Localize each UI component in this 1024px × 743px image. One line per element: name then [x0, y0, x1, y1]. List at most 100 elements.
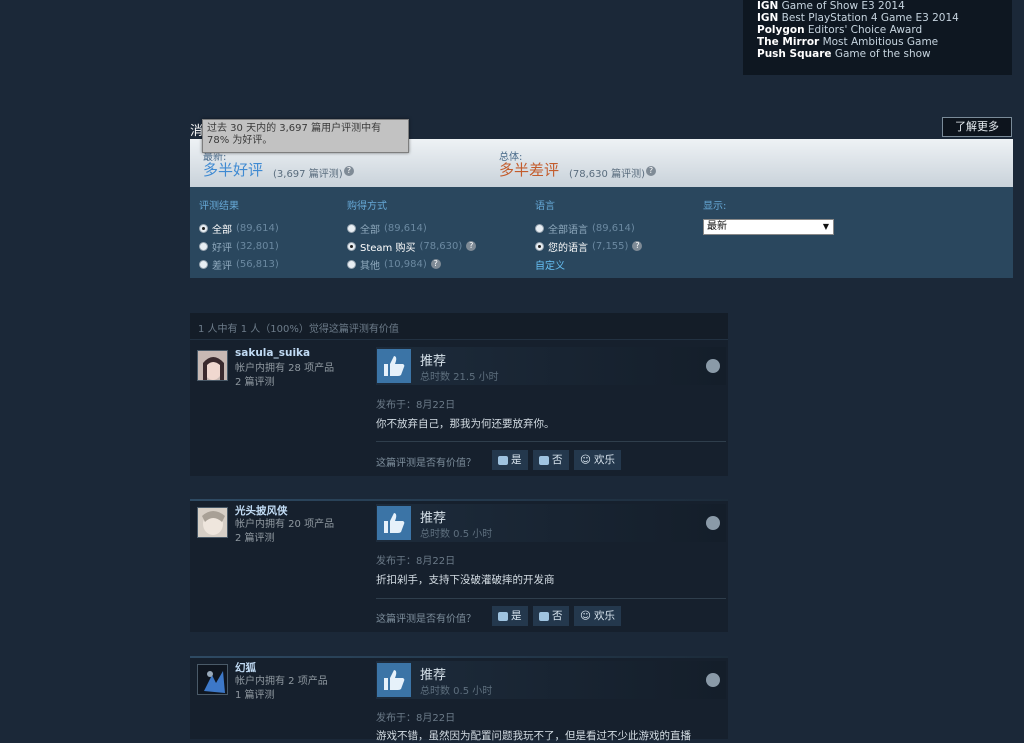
filter-option-positive[interactable]: 好评 (32,801) — [199, 237, 279, 255]
smiley-icon: ☺ — [580, 454, 591, 466]
helpful-summary: 1 人中有 1 人（100%）觉得这篇评测有价值 — [190, 313, 728, 340]
review-text: 游戏不错，虽然因为配置问题我玩不了，但是看过不少此游戏的直播 — [376, 730, 691, 742]
help-icon[interactable]: ? — [430, 259, 441, 269]
filter-option-all[interactable]: 全部 (89,614) — [199, 219, 279, 237]
verdict-title: 推荐 — [420, 668, 447, 683]
divider — [376, 598, 726, 599]
filter-purchase-type: 购得方式 全部 (89,614) Steam 购买 (78,630)? 其他 (10,… — [347, 197, 477, 273]
thumbs-down-icon — [539, 455, 549, 465]
overall-count: (78,630 篇评测) — [569, 169, 645, 180]
filter-header: 语言 — [535, 201, 555, 212]
verdict-title: 推荐 — [420, 354, 447, 369]
learn-more-button[interactable]: 了解更多 — [942, 117, 1012, 137]
divider — [376, 441, 726, 442]
award-row: IGN Best PlayStation 4 Game E3 2014 — [757, 12, 959, 24]
playtime: 总时数 0.5 小时 — [420, 686, 493, 697]
radio-icon — [535, 241, 544, 251]
filter-header: 显示: — [703, 201, 727, 212]
avatar-image — [198, 508, 227, 537]
filter-language: 语言 全部语言 (89,614) 您的语言 (7,155)? 自定义 — [535, 197, 643, 272]
divider — [190, 656, 728, 658]
thumbs-down-icon — [539, 611, 549, 621]
help-icon[interactable]: ? — [466, 241, 477, 251]
avatar[interactable] — [197, 664, 228, 695]
vote-yes-button[interactable]: 是 — [492, 606, 528, 626]
avatar-image — [198, 665, 227, 694]
thumbs-up-icon — [377, 349, 411, 383]
radio-icon — [347, 259, 356, 269]
thumbs-up-icon — [377, 663, 411, 697]
thumbs-up-icon — [498, 455, 508, 465]
reviewer-name[interactable]: 幻狐 — [235, 660, 256, 675]
radio-icon — [535, 223, 544, 233]
radio-icon — [199, 259, 208, 269]
reviewer-name[interactable]: 光头披风侠 — [235, 503, 288, 518]
reviewer-review-count[interactable]: 2 篇评测 — [235, 376, 275, 390]
review-filters: 评测结果 全部 (89,614) 好评 (32,801) 差评 (56,813) 购得… — [190, 187, 1013, 278]
playtime: 总时数 0.5 小时 — [420, 529, 493, 540]
posted-date: 发布于：8月22日 — [376, 556, 456, 567]
radio-icon — [347, 223, 356, 233]
dropdown-arrow-icon: ▼ — [822, 222, 829, 231]
overall-rating[interactable]: 多半差评 — [499, 159, 559, 180]
filter-option-other[interactable]: 其他 (10,984)? — [347, 255, 476, 273]
recent-count: (3,697 篇评测) — [273, 169, 343, 180]
award-row: The Mirror Most Ambitious Game — [757, 36, 939, 48]
review-text: 你不放弃自己，那我为何还要放弃你。 — [376, 418, 555, 430]
divider — [190, 499, 728, 501]
review-verdict[interactable]: 推荐 总时数 21.5 小时 — [376, 347, 726, 385]
filter-option-steam[interactable]: Steam 购买 (78,630)? — [347, 237, 477, 255]
avatar[interactable] — [197, 350, 228, 381]
review-text: 折扣剁手，支持下没破灌破摔的开发商 — [376, 574, 555, 586]
review-card: 光头披风侠 帐户内拥有 20 项产品 2 篇评测 推荐 总时数 0.5 小时 发… — [190, 499, 728, 632]
verdict-title: 推荐 — [420, 511, 447, 526]
reviewer-review-count[interactable]: 1 篇评测 — [235, 689, 275, 703]
thumbs-up-icon — [377, 506, 411, 540]
avatar[interactable] — [197, 507, 228, 538]
recent-rating[interactable]: 多半好评 — [203, 159, 263, 180]
vote-question: 这篇评测是否有价值？ — [376, 458, 476, 469]
filter-header: 评测结果 — [199, 201, 239, 212]
filter-review-type: 评测结果 全部 (89,614) 好评 (32,801) 差评 (56,813) — [199, 197, 279, 273]
steam-icon — [706, 516, 720, 530]
reviewer-name[interactable]: sakula_suika — [235, 347, 310, 359]
award-row: Polygon Editors' Choice Award — [757, 24, 923, 36]
filter-option-your-language[interactable]: 您的语言 (7,155)? — [535, 237, 643, 255]
review-verdict[interactable]: 推荐 总时数 0.5 小时 — [376, 661, 726, 699]
smiley-icon: ☺ — [580, 610, 591, 622]
review-verdict[interactable]: 推荐 总时数 0.5 小时 — [376, 504, 726, 542]
filter-option-negative[interactable]: 差评 (56,813) — [199, 255, 279, 273]
custom-language-link[interactable]: 自定义 — [535, 257, 642, 272]
filter-option-all-languages[interactable]: 全部语言 (89,614) — [535, 219, 642, 237]
vote-no-button[interactable]: 否 — [533, 606, 569, 626]
avatar-image — [198, 351, 227, 380]
awards-box: IGN Game of Show E3 2014 IGN Best PlaySt… — [743, 0, 1012, 75]
radio-icon — [199, 223, 208, 233]
filter-header: 购得方式 — [347, 201, 387, 212]
vote-yes-button[interactable]: 是 — [492, 450, 528, 470]
filter-display: 显示: 最新 ▼ — [703, 197, 834, 235]
vote-funny-button[interactable]: ☺ 欢乐 — [574, 606, 621, 626]
thumbs-up-icon — [498, 611, 508, 621]
posted-date: 发布于：8月22日 — [376, 400, 456, 411]
reviewer-products[interactable]: 帐户内拥有 2 项产品 — [235, 675, 328, 689]
display-sort-select[interactable]: 最新 ▼ — [703, 219, 834, 235]
review-card: 1 人中有 1 人（100%）觉得这篇评测有价值 sakula_suika 帐户… — [190, 313, 728, 476]
vote-no-button[interactable]: 否 — [533, 450, 569, 470]
help-icon[interactable]: ? — [646, 166, 656, 176]
vote-question: 这篇评测是否有价值？ — [376, 614, 476, 625]
reviewer-products[interactable]: 帐户内拥有 28 项产品 — [235, 362, 334, 376]
reviewer-products[interactable]: 帐户内拥有 20 项产品 — [235, 518, 334, 532]
steam-icon — [706, 359, 720, 373]
rating-tooltip: 过去 30 天内的 3,697 篇用户评测中有 78% 为好评。 — [202, 119, 409, 153]
vote-funny-button[interactable]: ☺ 欢乐 — [574, 450, 621, 470]
radio-icon — [199, 241, 208, 251]
help-icon[interactable]: ? — [632, 241, 643, 251]
playtime: 总时数 21.5 小时 — [420, 372, 499, 383]
help-icon[interactable]: ? — [344, 166, 354, 176]
posted-date: 发布于：8月22日 — [376, 713, 456, 724]
reviewer-review-count[interactable]: 2 篇评测 — [235, 532, 275, 546]
award-row: Push Square Game of the show — [757, 48, 931, 60]
radio-icon — [347, 241, 356, 251]
filter-option-all[interactable]: 全部 (89,614) — [347, 219, 476, 237]
